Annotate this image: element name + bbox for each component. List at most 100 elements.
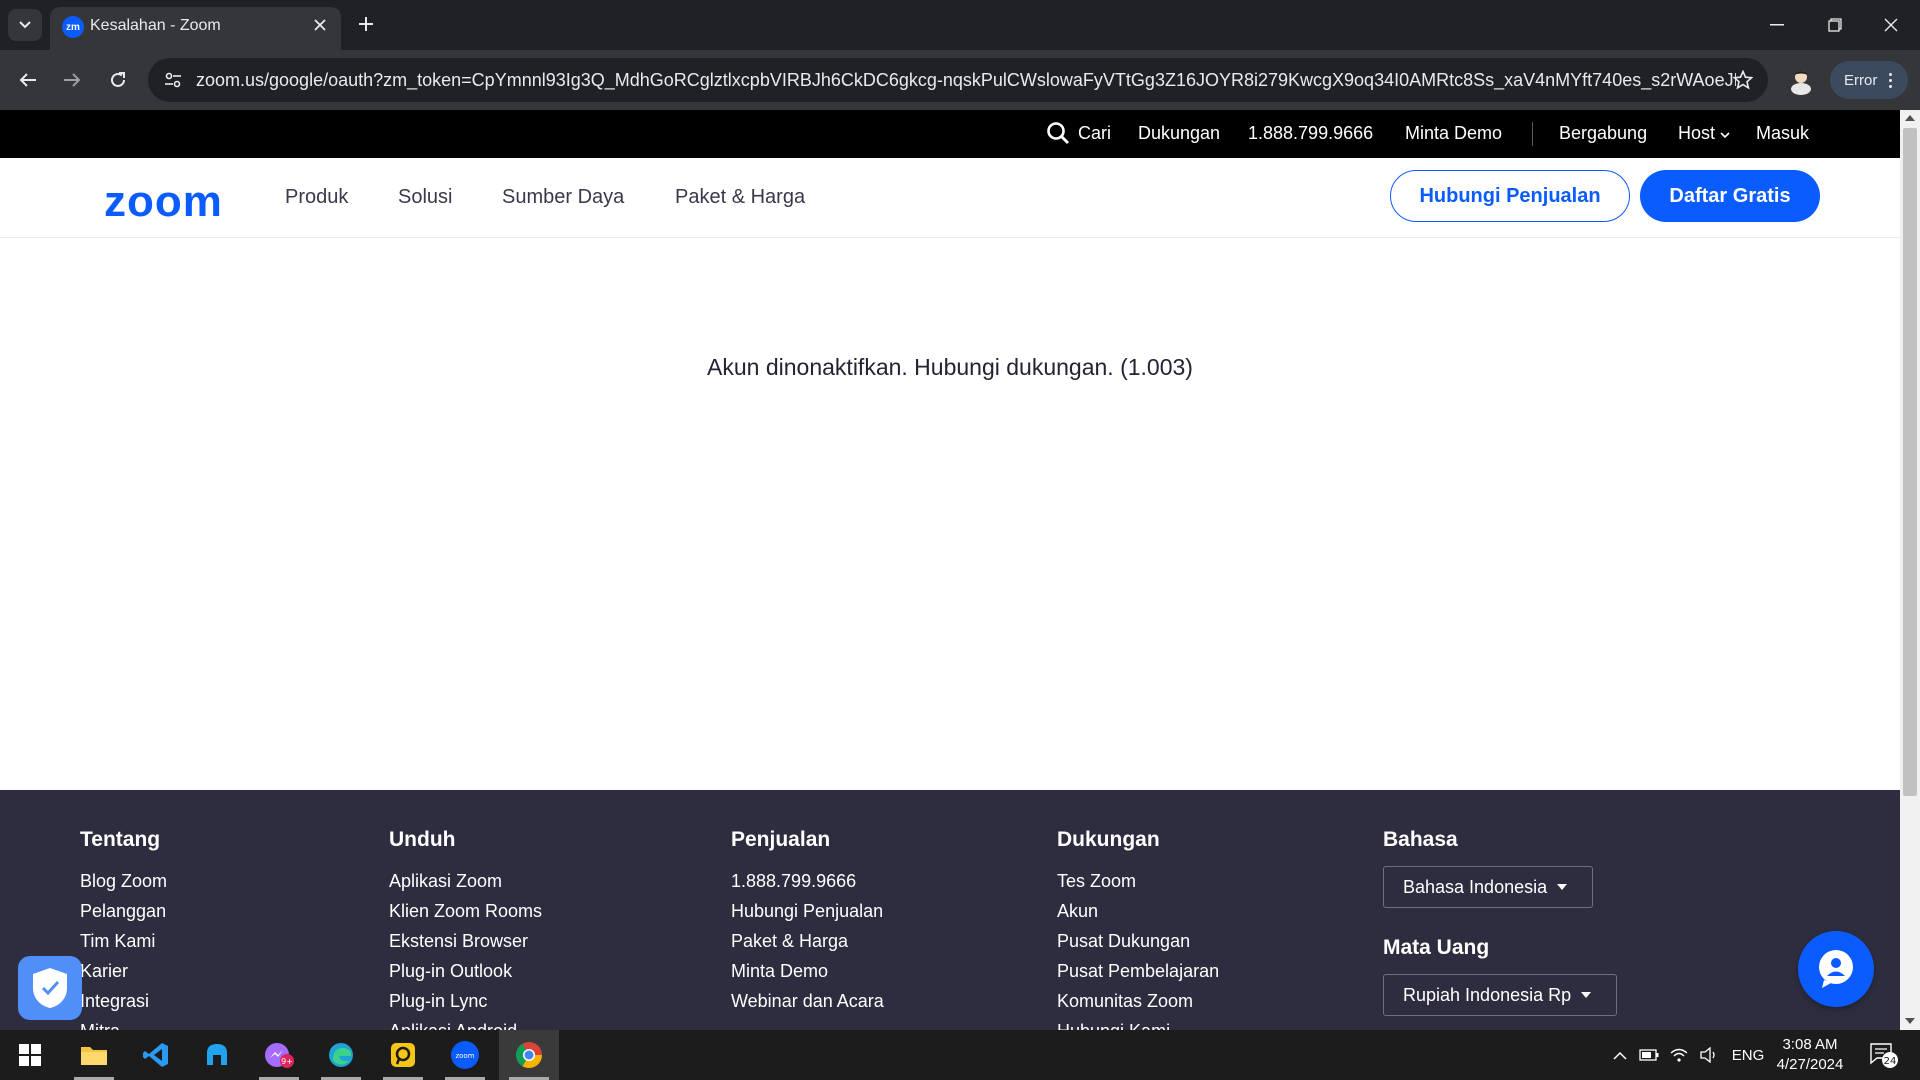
nav-resources[interactable]: Sumber Daya: [502, 186, 624, 209]
footer-link[interactable]: Integrasi: [80, 986, 167, 1016]
footer-link[interactable]: Karier: [80, 956, 167, 986]
tab-close-button[interactable]: [309, 14, 331, 36]
system-clock[interactable]: 3:08 AM 4/27/2024: [1760, 1035, 1860, 1075]
show-hidden-icons-button[interactable]: [1608, 1030, 1632, 1080]
search-icon[interactable]: [1046, 121, 1070, 150]
page-scrollbar[interactable]: [1900, 110, 1920, 1030]
host-label: Host: [1678, 123, 1716, 143]
scroll-thumb[interactable]: [1903, 128, 1917, 796]
tab-search-button[interactable]: [8, 9, 42, 41]
reload-button[interactable]: [100, 62, 136, 98]
footer-link[interactable]: Komunitas Zoom: [1057, 986, 1219, 1016]
request-demo-link[interactable]: Minta Demo: [1405, 123, 1502, 144]
footer-col-language: Bahasa Bahasa Indonesia Mata Uang Rupiah…: [1383, 828, 1617, 1016]
battery-status[interactable]: [1636, 1030, 1662, 1080]
footer-link[interactable]: 1.888.799.9666: [731, 866, 884, 896]
nav-plans-pricing[interactable]: Paket & Harga: [675, 186, 805, 209]
forward-button[interactable]: [54, 62, 90, 98]
windows-taskbar: 9+ zoom ENG 3:08 AM 4/27/2024 24: [0, 1030, 1920, 1080]
contact-sales-button[interactable]: Hubungi Penjualan: [1390, 170, 1630, 222]
zoom-icon-text: zoom: [455, 1052, 474, 1060]
footer-link[interactable]: Pelanggan: [80, 896, 167, 926]
currency-select[interactable]: Rupiah Indonesia Rp: [1383, 974, 1617, 1016]
footer-link[interactable]: Aplikasi Zoom: [389, 866, 542, 896]
browser-tab-active[interactable]: zm Kesalahan - Zoom: [50, 7, 341, 50]
chat-assistant-button[interactable]: [1798, 931, 1874, 1007]
site-info-button[interactable]: [158, 66, 188, 94]
notification-center-button[interactable]: 24: [1864, 1030, 1904, 1080]
footer-link[interactable]: Tes Zoom: [1057, 866, 1219, 896]
footer-link[interactable]: Blog Zoom: [80, 866, 167, 896]
clock-time: 3:08 AM: [1782, 1036, 1838, 1053]
footer-link[interactable]: Aplikasi Android: [389, 1016, 542, 1030]
messenger-badge: 9+: [281, 1057, 293, 1066]
taskbar-app-yellow[interactable]: [375, 1030, 431, 1080]
scroll-up-arrow-icon[interactable]: [1905, 115, 1915, 121]
footer-heading: Mata Uang: [1383, 936, 1490, 959]
footer-link[interactable]: Pusat Pembelajaran: [1057, 956, 1219, 986]
support-link[interactable]: Dukungan: [1138, 123, 1220, 144]
profile-avatar[interactable]: [1784, 64, 1818, 98]
bookmark-button[interactable]: [1730, 67, 1756, 93]
footer-link[interactable]: Pusat Dukungan: [1057, 926, 1219, 956]
nav-solutions[interactable]: Solusi: [398, 186, 452, 209]
back-button[interactable]: [10, 62, 46, 98]
folder-icon: [81, 1047, 107, 1065]
restore-icon: [1828, 18, 1842, 32]
footer-link[interactable]: Ekstensi Browser: [389, 926, 542, 956]
security-shield-widget[interactable]: [18, 956, 82, 1020]
taskbar-file-explorer[interactable]: [66, 1030, 122, 1080]
topbar-divider: [1532, 122, 1533, 146]
tab-title: Kesalahan - Zoom: [90, 17, 221, 34]
footer-link[interactable]: Hubungi Penjualan: [731, 896, 884, 926]
browser-tab-bar: zm Kesalahan - Zoom: [0, 0, 1920, 50]
url-text[interactable]: zoom.us/google/oauth?zm_token=CpYmnnl93I…: [196, 70, 1736, 91]
new-tab-button[interactable]: [352, 10, 380, 38]
taskbar-messenger[interactable]: 9+: [251, 1030, 307, 1080]
footer-link[interactable]: Plug-in Outlook: [389, 956, 542, 986]
scroll-down-arrow-icon[interactable]: [1905, 1018, 1915, 1024]
error-message: Akun dinonaktifkan. Hubungi dukungan. (1…: [707, 354, 1193, 380]
minimize-button[interactable]: [1748, 0, 1806, 50]
footer: Tentang Blog Zoom Pelanggan Tim Kami Kar…: [0, 790, 1900, 1030]
footer-link[interactable]: Hubungi Kami: [1057, 1016, 1219, 1030]
error-chip-button[interactable]: Error: [1830, 61, 1908, 99]
phone-link[interactable]: 1.888.799.9666: [1248, 123, 1373, 144]
footer-link[interactable]: Mitra: [80, 1016, 167, 1030]
chevron-down-icon: [19, 21, 31, 29]
search-link[interactable]: Cari: [1078, 123, 1111, 144]
join-link[interactable]: Bergabung: [1559, 123, 1647, 144]
volume-control[interactable]: [1696, 1030, 1722, 1080]
signup-free-button[interactable]: Daftar Gratis: [1640, 170, 1820, 222]
signin-link[interactable]: Masuk: [1756, 123, 1809, 144]
host-menu[interactable]: Host: [1678, 123, 1730, 144]
windows-start-button[interactable]: [2, 1030, 58, 1080]
footer-link[interactable]: Paket & Harga: [731, 926, 884, 956]
footer-link[interactable]: Tim Kami: [80, 926, 167, 956]
window-close-button[interactable]: [1862, 0, 1920, 50]
restore-button[interactable]: [1806, 0, 1864, 50]
chrome-icon: [515, 1042, 543, 1069]
footer-link[interactable]: Akun: [1057, 896, 1219, 926]
taskbar-vscode[interactable]: [128, 1030, 184, 1080]
footer-heading: Bahasa: [1383, 828, 1458, 851]
chevron-down-icon: [1720, 132, 1730, 139]
close-icon: [1884, 18, 1898, 32]
star-icon: [1733, 70, 1753, 90]
zoom-logo[interactable]: zoom: [104, 180, 223, 224]
taskbar-zoom[interactable]: zoom: [437, 1030, 493, 1080]
footer-link[interactable]: Minta Demo: [731, 956, 884, 986]
taskbar-edge[interactable]: [313, 1030, 369, 1080]
taskbar-chrome[interactable]: [499, 1030, 559, 1080]
footer-link[interactable]: Klien Zoom Rooms: [389, 896, 542, 926]
notification-count: 24: [1884, 1056, 1897, 1067]
footer-link[interactable]: Webinar dan Acara: [731, 986, 884, 1016]
nav-products[interactable]: Produk: [285, 186, 348, 209]
address-bar[interactable]: zoom.us/google/oauth?zm_token=CpYmnnl93I…: [148, 58, 1768, 102]
edge-icon: [329, 1043, 353, 1067]
network-status[interactable]: [1666, 1030, 1692, 1080]
footer-heading: Tentang: [80, 828, 161, 851]
footer-link[interactable]: Plug-in Lync: [389, 986, 542, 1016]
taskbar-app-blue[interactable]: [189, 1030, 245, 1080]
language-select[interactable]: Bahasa Indonesia: [1383, 866, 1593, 908]
